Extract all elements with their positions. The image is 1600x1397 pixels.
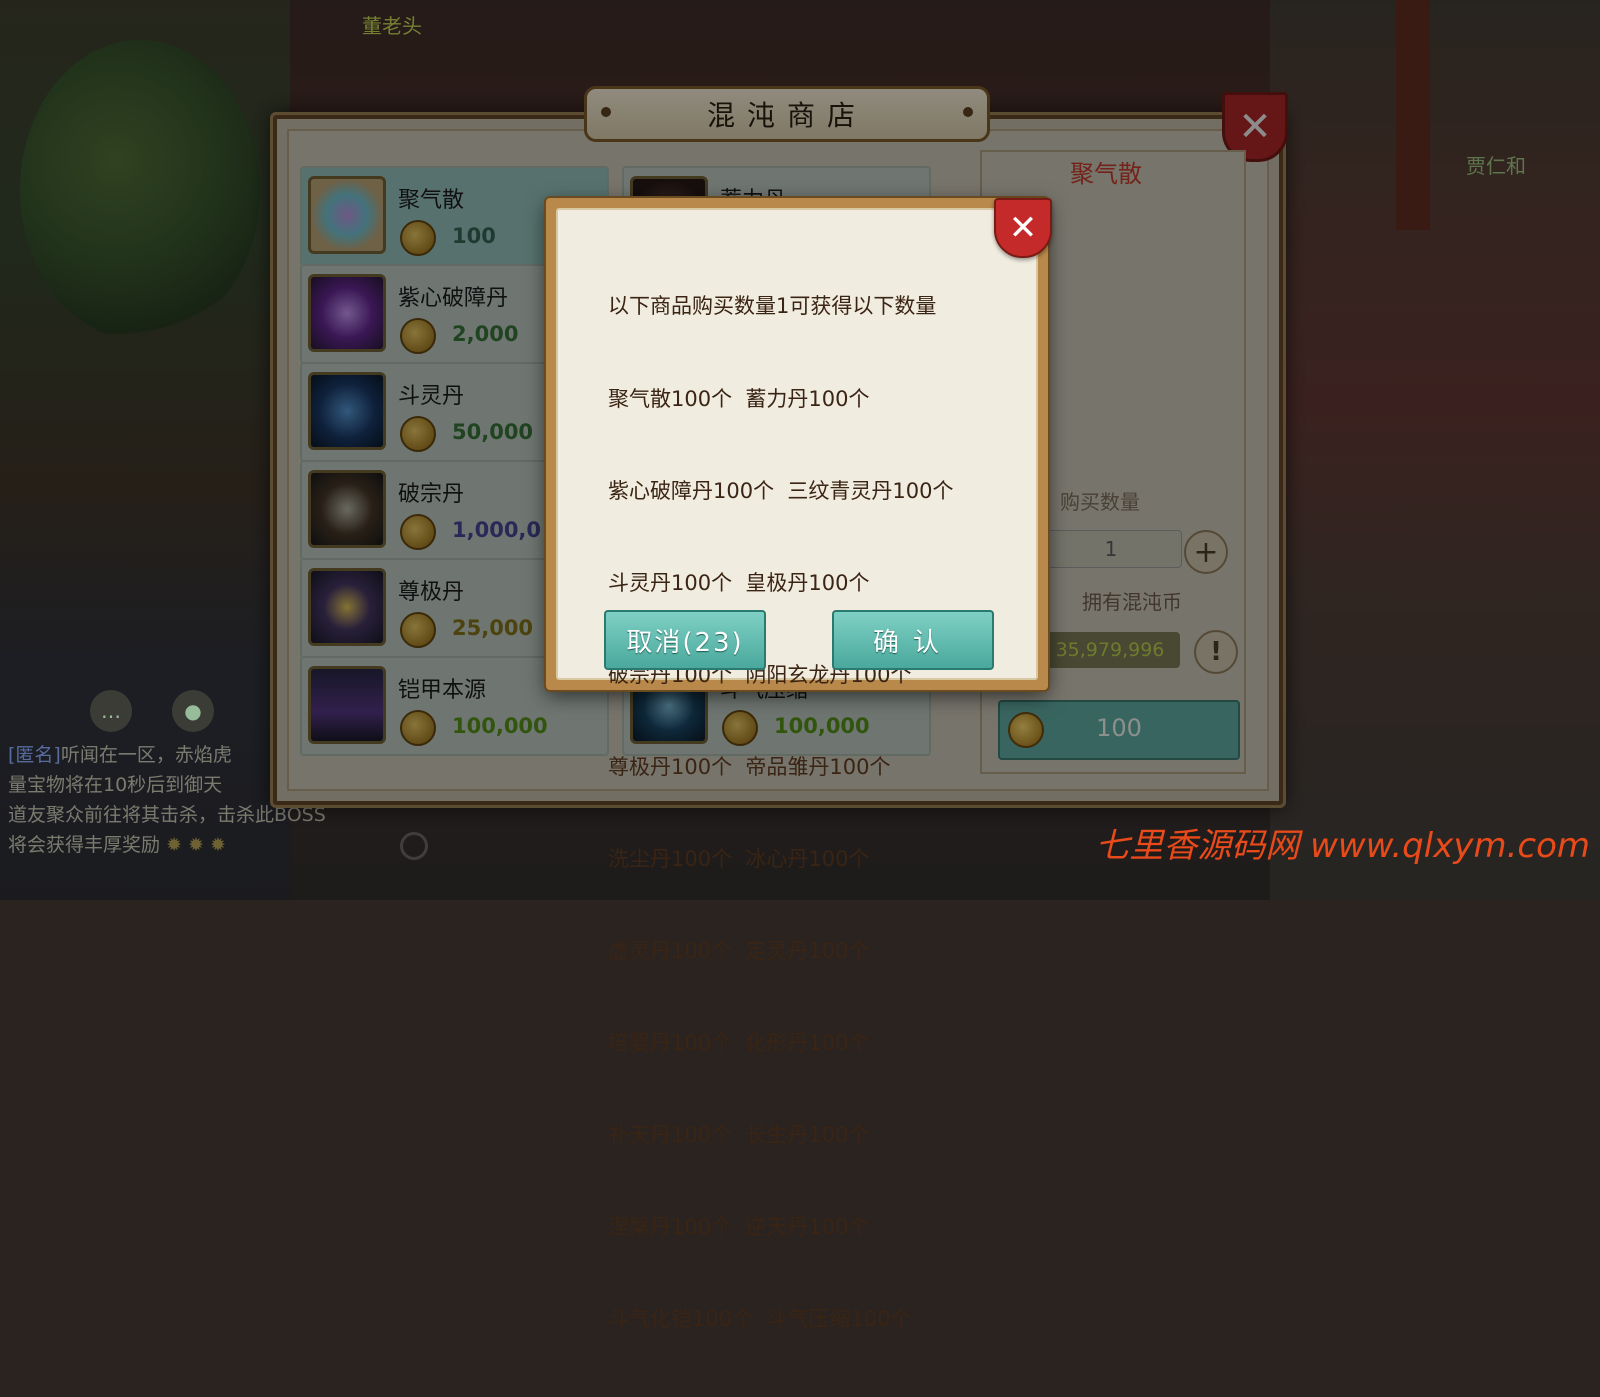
dialog-text: 以下商品购买数量1可获得以下数量 聚气散100个 蓄力丹100个 紫心破障丹10… xyxy=(608,230,954,1397)
shop-title: 混沌商店 xyxy=(706,99,867,132)
shop-item-name: 破宗丹 xyxy=(398,482,465,507)
npc-name-right[interactable]: 贾仁和 xyxy=(1466,150,1526,179)
shop-item-price: 100 xyxy=(452,224,496,248)
npc-name-top[interactable]: 董老头 xyxy=(362,10,422,39)
shop-item-name: 聚气散 xyxy=(398,188,465,213)
coin-icon xyxy=(400,514,436,550)
chat-tag: [匿名] xyxy=(8,744,61,766)
shop-item-price: 25,000 xyxy=(452,616,534,640)
scroll-rainbow-icon xyxy=(308,176,386,254)
blue-cauldron-icon xyxy=(308,372,386,450)
dialog-line: 补天丹100个 长生丹100个 xyxy=(608,1123,870,1148)
sun-icon: ✹ ✹ ✹ xyxy=(166,834,226,856)
dialog-line: 紫心破障丹100个 三纹青灵丹100个 xyxy=(608,478,954,503)
shop-item-price: 2,000 xyxy=(452,322,519,346)
chat-bubble-icon[interactable]: … xyxy=(90,690,132,732)
chat-line: 将会获得丰厚奖励 xyxy=(8,834,161,856)
shop-item-name: 斗灵丹 xyxy=(398,384,465,409)
dialog-line: 聚气散100个 蓄力丹100个 xyxy=(608,386,870,411)
plus-icon[interactable]: + xyxy=(1184,530,1228,574)
dialog-line: 尊极丹100个 帝品雏丹100个 xyxy=(608,754,891,779)
microphone-icon[interactable]: ● xyxy=(172,690,214,732)
dialog-line: 培婴丹100个 化形丹100个 xyxy=(608,1031,870,1056)
dark-orb-icon xyxy=(308,470,386,548)
dialog-line: 虚灵丹100个 定灵丹100个 xyxy=(608,939,870,964)
shop-item-name: 紫心破障丹 xyxy=(398,286,509,311)
coin-icon xyxy=(400,220,436,256)
coin-icon xyxy=(400,318,436,354)
plate-rivet-icon xyxy=(963,107,973,117)
shop-item-name: 尊极丹 xyxy=(398,580,465,605)
dialog-close-button[interactable]: ✕ xyxy=(994,198,1052,258)
shop-item-price: 50,000 xyxy=(452,420,534,444)
plate-rivet-icon xyxy=(601,107,611,117)
quantity-input[interactable]: 1 xyxy=(1040,530,1182,568)
armor-icon xyxy=(308,666,386,744)
chat-line: 听闻在一区，赤焰虎 xyxy=(60,744,232,766)
chat-tools: … ● xyxy=(90,690,214,732)
cancel-button[interactable]: 取消(23) xyxy=(604,610,766,670)
shop-item-price: 100,000 xyxy=(452,714,548,738)
dialog-line: 以下商品购买数量1可获得以下数量 xyxy=(608,294,937,319)
purple-orb-icon xyxy=(308,274,386,352)
settings-gear-icon[interactable] xyxy=(400,832,428,860)
dialog-line: 斗气化铠100个 斗气压缩100个 xyxy=(608,1307,912,1332)
shop-item-price: 1,000,0 xyxy=(452,518,542,542)
detail-item-name: 聚气散 xyxy=(1070,160,1142,188)
buy-button[interactable]: 100 xyxy=(998,700,1240,760)
buy-price: 100 xyxy=(1096,714,1142,742)
dialog-line: 斗灵丹100个 皇极丹100个 xyxy=(608,570,870,595)
confirm-button[interactable]: 确认 xyxy=(832,610,994,670)
coin-icon xyxy=(400,710,436,746)
owned-currency-value: 35,979,996 xyxy=(1040,632,1180,668)
gold-orb-icon xyxy=(308,568,386,646)
dialog-line: 洗尘丹100个 冰心丹100个 xyxy=(608,846,870,871)
info-icon[interactable]: ! xyxy=(1194,630,1238,674)
owned-currency-label: 拥有混沌币 xyxy=(1082,590,1182,614)
shop-item-name: 铠甲本源 xyxy=(398,678,487,703)
coin-icon xyxy=(400,416,436,452)
dialog-line: 涅槃丹100个 逆天丹100个 xyxy=(608,1215,870,1240)
site-watermark: 七里香源码网 www.qlxym.com xyxy=(1095,826,1590,866)
quantity-label: 购买数量 xyxy=(1060,490,1140,514)
shop-title-plate: 混沌商店 xyxy=(584,86,990,142)
coin-icon xyxy=(400,612,436,648)
